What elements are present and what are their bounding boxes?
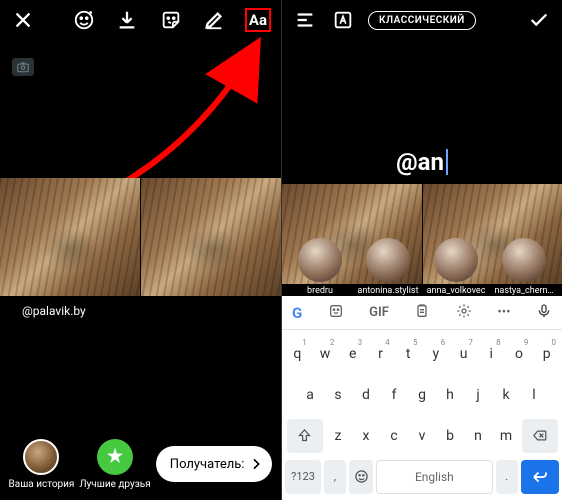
your-story-button[interactable]: Ваша история: [9, 439, 75, 490]
key-w[interactable]: w2: [313, 337, 338, 371]
font-style-pill[interactable]: КЛАССИЧЕСКИЙ: [368, 11, 476, 30]
keyboard-row-1: q1w2e3r4t5y6u7i8o9p0: [285, 337, 559, 371]
effects-icon[interactable]: [71, 7, 96, 33]
avatar: [366, 238, 410, 282]
key-c[interactable]: c: [382, 419, 407, 453]
text-bg-icon[interactable]: [330, 7, 356, 33]
suggestion-username: antonina.stylist: [357, 286, 418, 296]
close-icon[interactable]: [10, 7, 35, 33]
suggestion-username: anna_volkovec: [427, 286, 486, 296]
settings-kb-icon[interactable]: [456, 303, 472, 323]
gif-button[interactable]: GIF: [369, 305, 389, 320]
your-story-avatar: [23, 439, 59, 475]
sticker-icon[interactable]: [158, 7, 183, 33]
close-friends-button[interactable]: ★ Лучшие друзья: [79, 439, 150, 490]
suggestion-item[interactable]: nastya_chern…: [492, 238, 556, 296]
emoji-key[interactable]: [349, 460, 373, 494]
key-b[interactable]: b: [438, 419, 463, 453]
key-u[interactable]: u7: [451, 337, 476, 371]
text-tool-button[interactable]: Aa: [245, 8, 271, 32]
key-i[interactable]: i8: [479, 337, 504, 371]
your-story-label: Ваша история: [9, 479, 75, 490]
avatar: [298, 238, 342, 282]
key-k[interactable]: k: [494, 378, 519, 412]
recipient-label: Получатель:: [170, 457, 245, 472]
space-key[interactable]: English: [376, 460, 493, 494]
mic-icon[interactable]: [536, 303, 552, 323]
sticker-kb-icon[interactable]: [328, 303, 344, 323]
key-j[interactable]: j: [466, 378, 491, 412]
suggestion-item[interactable]: bredru: [288, 238, 352, 296]
keyboard-toolbar: G GIF •••: [282, 296, 562, 330]
period-key[interactable]: .: [496, 460, 518, 494]
done-icon[interactable]: [526, 7, 552, 33]
backspace-key[interactable]: [522, 419, 558, 453]
key-d[interactable]: d: [354, 378, 379, 412]
attribution-text: @palavik.by: [22, 304, 86, 318]
key-v[interactable]: v: [410, 419, 435, 453]
key-y[interactable]: y6: [424, 337, 449, 371]
key-s[interactable]: s: [326, 378, 351, 412]
key-e[interactable]: e3: [340, 337, 365, 371]
key-q[interactable]: q1: [285, 337, 310, 371]
avatar: [502, 238, 546, 282]
key-g[interactable]: g: [410, 378, 435, 412]
keyboard-row-3: zxcvbnm: [285, 419, 559, 453]
text-entry-pane: КЛАССИЧЕСКИЙ @an bredru antonina.stylist…: [281, 0, 562, 500]
keyboard-row-2: asdfghjkl: [285, 378, 559, 412]
key-n[interactable]: n: [466, 419, 491, 453]
suggestion-item[interactable]: anna_volkovec: [424, 238, 488, 296]
symbols-key[interactable]: ?123: [285, 460, 321, 494]
key-z[interactable]: z: [326, 419, 351, 453]
mention-text-input[interactable]: @an: [282, 148, 562, 176]
star-icon: ★: [97, 439, 133, 475]
suggestion-username: bredru: [307, 286, 333, 296]
key-o[interactable]: o9: [507, 337, 532, 371]
story-media: [0, 178, 281, 296]
enter-key[interactable]: [521, 460, 559, 494]
google-icon[interactable]: G: [292, 304, 302, 322]
editor-toolbar: Aa: [0, 0, 281, 40]
comma-key[interactable]: ,: [324, 460, 346, 494]
draw-icon[interactable]: [202, 7, 227, 33]
key-x[interactable]: x: [354, 419, 379, 453]
mention-suggestions: bredru antonina.stylist anna_volkovec na…: [282, 204, 562, 296]
avatar: [434, 238, 478, 282]
key-t[interactable]: t5: [396, 337, 421, 371]
keyboard: G GIF ••• q1w2e3r4t5y6u7i8o9p0 asdfghjkl…: [282, 296, 562, 500]
story-editor-pane: Aa @palavik.by Ваша история ★ Лучшие дру…: [0, 0, 281, 500]
more-icon[interactable]: •••: [497, 305, 510, 320]
key-m[interactable]: m: [494, 419, 519, 453]
typed-text: @an: [396, 148, 444, 176]
shift-key[interactable]: [287, 419, 323, 453]
camera-tag-icon[interactable]: [12, 58, 34, 76]
key-a[interactable]: a: [298, 378, 323, 412]
align-icon[interactable]: [292, 7, 318, 33]
text-toolbar: КЛАССИЧЕСКИЙ: [282, 0, 562, 40]
key-p[interactable]: p0: [534, 337, 559, 371]
key-l[interactable]: l: [522, 378, 547, 412]
share-bar: Ваша история ★ Лучшие друзья Получатель:: [0, 428, 281, 500]
key-f[interactable]: f: [382, 378, 407, 412]
story-media-right: [141, 178, 281, 296]
recipient-button[interactable]: Получатель:: [156, 446, 273, 482]
text-cursor: [446, 149, 448, 175]
close-friends-label: Лучшие друзья: [79, 479, 150, 490]
download-icon[interactable]: [115, 7, 140, 33]
story-media-left: [0, 178, 140, 296]
key-r[interactable]: r4: [368, 337, 393, 371]
chevron-right-icon: [248, 456, 264, 472]
suggestion-item[interactable]: antonina.stylist: [356, 238, 420, 296]
suggestion-username: nastya_chern…: [494, 286, 553, 296]
annotation-arrow: [118, 30, 278, 190]
keyboard-row-4: ?123 , English .: [285, 460, 559, 494]
clipboard-icon[interactable]: [414, 303, 430, 323]
key-h[interactable]: h: [438, 378, 463, 412]
